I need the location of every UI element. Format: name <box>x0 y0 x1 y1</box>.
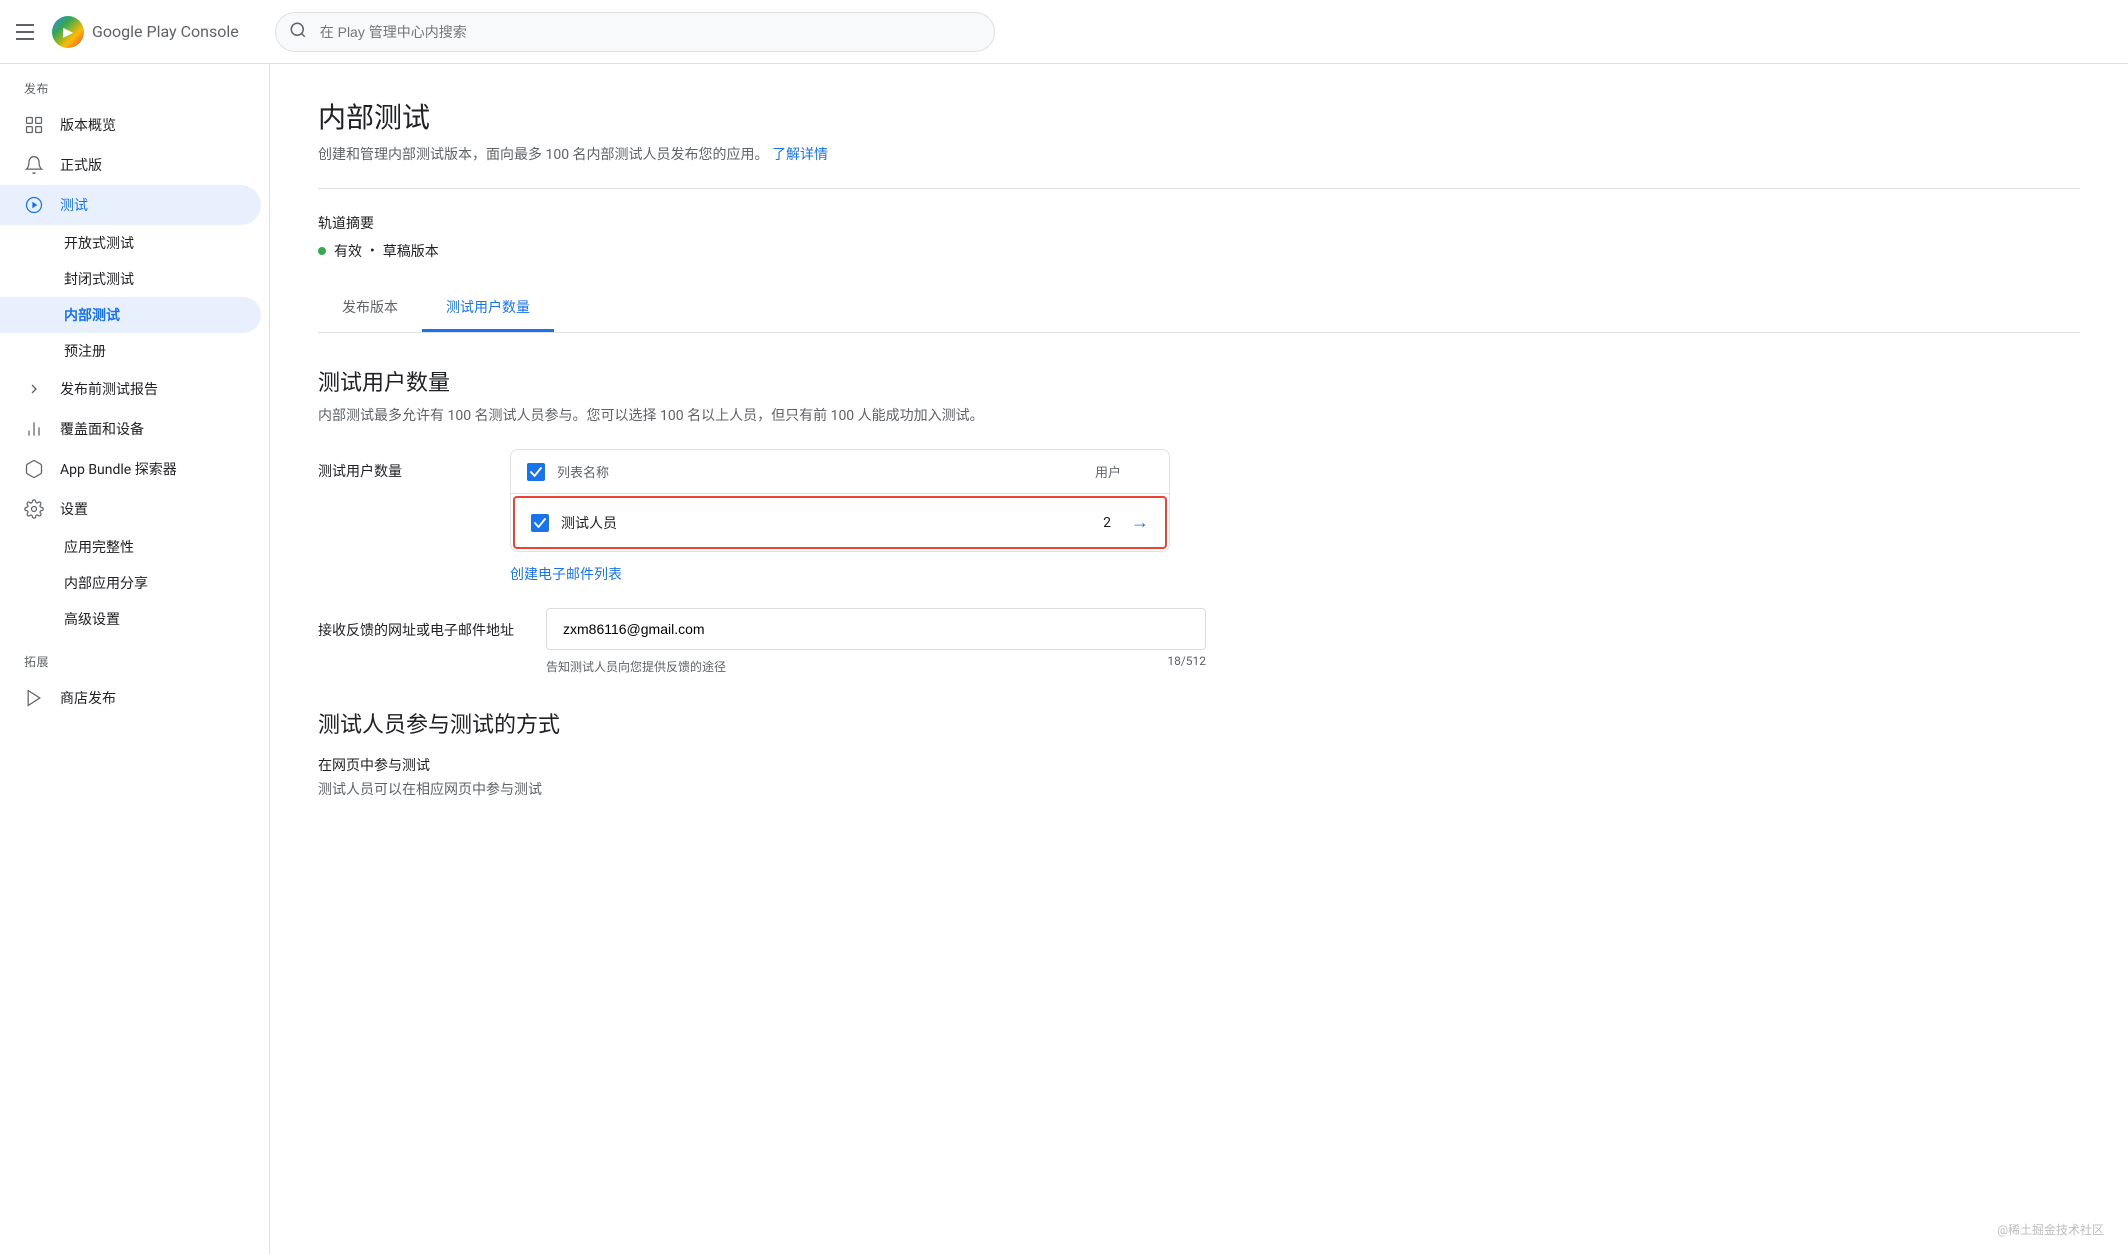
logo-icon: ▶ <box>52 16 84 48</box>
sidebar-subitem-app-integrity[interactable]: 应用完整性 <box>0 529 261 565</box>
sidebar-section-expand: 拓展 <box>0 637 269 678</box>
sidebar-item-production[interactable]: 正式版 <box>0 145 261 185</box>
layout: 发布 版本概览 正式版 测试 开放式测试 封闭式测试 内部测试 <box>0 64 2128 1254</box>
sidebar-subitem-pre-registration[interactable]: 预注册 <box>0 333 261 369</box>
feedback-field-row: 接收反馈的网址或电子邮件地址 告知测试人员向您提供反馈的途径 18/512 <box>318 608 2080 675</box>
section-title: 测试用户数量 <box>318 365 2080 397</box>
sidebar-item-pre-launch-report[interactable]: 发布前测试报告 <box>0 369 261 409</box>
sidebar-item-label: 覆盖面和设备 <box>60 419 144 439</box>
sidebar-subitem-advanced-settings[interactable]: 高级设置 <box>0 601 261 637</box>
table-header-users: 用户 <box>1041 462 1121 481</box>
testers-table-container: 列表名称 用户 测试人员 2 → <box>510 449 2080 584</box>
participation-col-web: 在网页中参与测试 测试人员可以在相应网页中参与测试 <box>318 755 2080 799</box>
tester-row-arrow-icon[interactable]: → <box>1131 512 1149 533</box>
search-icon <box>289 21 307 43</box>
sidebar-item-label: 内部测试 <box>64 308 120 324</box>
sidebar-item-coverage[interactable]: 覆盖面和设备 <box>0 409 261 449</box>
sidebar-item-label: 版本概览 <box>60 115 116 135</box>
sidebar-item-label: 高级设置 <box>64 612 120 628</box>
bell-icon <box>24 155 44 175</box>
sidebar-item-label: 应用完整性 <box>64 540 134 556</box>
sidebar-item-versions-overview[interactable]: 版本概览 <box>0 105 261 145</box>
field-label-testers: 测试用户数量 <box>318 449 478 481</box>
search-input[interactable] <box>275 12 995 52</box>
sidebar-item-label: 发布前测试报告 <box>60 379 158 399</box>
learn-more-link[interactable]: 了解详情 <box>772 147 828 163</box>
row-checkbox[interactable] <box>531 514 549 532</box>
track-separator: • <box>370 243 375 259</box>
participation-section: 测试人员参与测试的方式 在网页中参与测试 测试人员可以在相应网页中参与测试 <box>318 707 2080 799</box>
track-summary: 有效 • 草稿版本 <box>318 241 2080 261</box>
sidebar-subitem-open-testing[interactable]: 开放式测试 <box>0 225 261 261</box>
feedback-count: 18/512 <box>1167 654 1206 675</box>
sidebar-item-testing[interactable]: 测试 <box>0 185 261 225</box>
sidebar-item-label: App Bundle 探索器 <box>60 459 177 479</box>
watermark: @稀土掘金技术社区 <box>1997 1221 2104 1238</box>
participation-row: 在网页中参与测试 测试人员可以在相应网页中参与测试 <box>318 755 2080 799</box>
menu-icon[interactable] <box>16 20 40 44</box>
section-desc: 内部测试最多允许有 100 名测试人员参与。您可以选择 100 名以上人员，但只… <box>318 405 2080 425</box>
sidebar-item-label: 预注册 <box>64 344 106 360</box>
tester-row-name: 测试人员 <box>561 513 1019 533</box>
sidebar: 发布 版本概览 正式版 测试 开放式测试 封闭式测试 内部测试 <box>0 64 270 1254</box>
sidebar-item-app-bundle[interactable]: App Bundle 探索器 <box>0 449 261 489</box>
chevron-right-icon <box>24 379 44 399</box>
track-summary-label: 轨道摘要 <box>318 213 2080 233</box>
track-draft: 草稿版本 <box>383 241 439 261</box>
page-subtitle: 创建和管理内部测试版本，面向最多 100 名内部测试人员发布您的应用。 了解详情 <box>318 144 2080 164</box>
sidebar-item-label: 测试 <box>60 195 88 215</box>
testers-count-field-row: 测试用户数量 列表名称 用户 <box>318 449 2080 584</box>
sidebar-item-store-publish[interactable]: 商店发布 <box>0 678 261 718</box>
tester-row-users: 2 <box>1031 515 1111 531</box>
sidebar-item-label: 封闭式测试 <box>64 272 134 288</box>
divider-1 <box>318 188 2080 189</box>
sidebar-item-label: 开放式测试 <box>64 236 134 252</box>
participation-web-title: 在网页中参与测试 <box>318 755 2080 775</box>
play-icon <box>24 688 44 708</box>
search-bar <box>275 12 995 52</box>
sidebar-item-settings[interactable]: 设置 <box>0 489 261 529</box>
logo-text: Google Play Console <box>92 22 239 41</box>
tester-row[interactable]: 测试人员 2 → <box>519 502 1161 543</box>
chart-icon <box>24 419 44 439</box>
sidebar-item-label: 正式版 <box>60 155 102 175</box>
sidebar-subitem-internal-testing[interactable]: 内部测试 <box>0 297 261 333</box>
sidebar-subitem-internal-sharing[interactable]: 内部应用分享 <box>0 565 261 601</box>
tab-release-version[interactable]: 发布版本 <box>318 285 422 332</box>
track-status-dot <box>318 247 326 255</box>
circle-play-icon <box>24 195 44 215</box>
package-icon <box>24 459 44 479</box>
participation-title: 测试人员参与测试的方式 <box>318 707 2080 739</box>
feedback-input[interactable] <box>546 608 1206 650</box>
sidebar-item-label: 设置 <box>60 499 88 519</box>
main-content: 内部测试 创建和管理内部测试版本，面向最多 100 名内部测试人员发布您的应用。… <box>270 64 2128 1254</box>
page-title: 内部测试 <box>318 96 2080 136</box>
logo: ▶ Google Play Console <box>52 16 239 48</box>
create-email-list-link[interactable]: 创建电子邮件列表 <box>510 564 622 584</box>
gear-icon <box>24 499 44 519</box>
tab-testers-count[interactable]: 测试用户数量 <box>422 285 554 332</box>
grid-icon <box>24 115 44 135</box>
testers-table: 列表名称 用户 测试人员 2 → <box>510 449 1170 552</box>
topbar: ▶ Google Play Console <box>0 0 2128 64</box>
sidebar-item-label: 商店发布 <box>60 688 116 708</box>
tabs: 发布版本 测试用户数量 <box>318 285 2080 333</box>
sidebar-item-label: 内部应用分享 <box>64 576 148 592</box>
sidebar-subitem-closed-testing[interactable]: 封闭式测试 <box>0 261 261 297</box>
table-header: 列表名称 用户 <box>511 450 1169 494</box>
table-header-list-name: 列表名称 <box>557 462 1029 481</box>
participation-web-desc: 测试人员可以在相应网页中参与测试 <box>318 779 2080 799</box>
field-label-feedback: 接收反馈的网址或电子邮件地址 <box>318 608 514 640</box>
feedback-hint: 告知测试人员向您提供反馈的途径 <box>546 658 726 675</box>
track-status: 有效 <box>334 241 362 261</box>
sidebar-section-release: 发布 <box>0 64 269 105</box>
header-checkbox[interactable] <box>527 463 545 481</box>
tester-row-highlight-border: 测试人员 2 → <box>513 496 1167 549</box>
feedback-input-wrap: 告知测试人员向您提供反馈的途径 18/512 <box>546 608 1206 675</box>
